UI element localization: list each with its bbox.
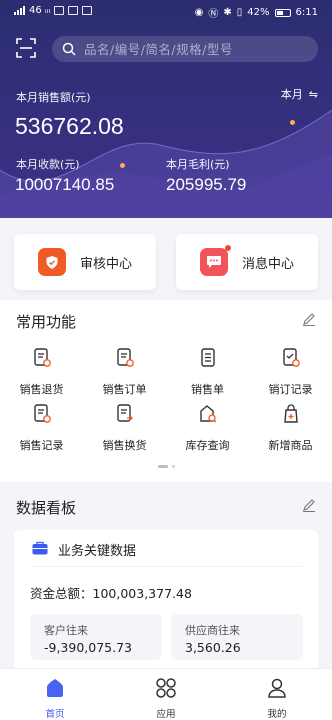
grid-item-sales-exchange[interactable]: 销售换货: [83, 404, 166, 453]
grid-item-add-product[interactable]: 新增商品: [249, 404, 332, 453]
grid-item-sales-return[interactable]: 销售退货: [0, 348, 83, 397]
bluetooth-icon: ✱: [223, 7, 232, 18]
profit-value: 205995.79: [166, 175, 247, 194]
key-data-title: 业务关键数据: [58, 544, 137, 559]
tab-apps[interactable]: 应用: [111, 675, 221, 720]
sales-header: 46 ᵢᵢₗ ◉ Ⓝ ✱ ▯ 42% 6:11 本月销售额(元) 本月 ⇋ 53…: [0, 0, 332, 218]
customer-balance-value: -9,390,075.73: [44, 640, 133, 655]
tab-home[interactable]: 首页: [0, 675, 110, 720]
grid-item-label: 新增商品: [268, 439, 313, 452]
unread-badge: [225, 245, 231, 251]
edit-icon[interactable]: [302, 498, 316, 512]
swap-icon: ⇋: [308, 87, 318, 101]
mail-icon: [54, 6, 65, 15]
divider: [30, 566, 302, 567]
bottom-tab-bar: 首页 应用 我的: [0, 668, 332, 720]
grid-item-sales-record[interactable]: 销售记录: [0, 404, 83, 453]
message-center-label: 消息中心: [242, 256, 295, 272]
search-input[interactable]: [84, 41, 304, 57]
shield-check-icon: [38, 248, 66, 276]
customer-balance-tile[interactable]: 客户往来 -9,390,075.73: [30, 614, 162, 660]
add-product-icon: [283, 404, 298, 423]
scan-icon[interactable]: [16, 38, 36, 58]
grid-item-sales-doc[interactable]: 销售单: [166, 348, 249, 397]
vibrate-icon: ▯: [236, 7, 243, 18]
grid-item-order-record[interactable]: 销订记录: [249, 348, 332, 397]
sales-return-icon: [33, 348, 51, 367]
grid-item-label: 库存查询: [185, 439, 230, 452]
battery-icon: [274, 8, 291, 17]
briefcase-icon: [32, 541, 48, 555]
signal-icon: [14, 6, 25, 15]
supplier-balance-label: 供应商往来: [185, 624, 240, 637]
supplier-balance-tile[interactable]: 供应商往来 3,560.26: [171, 614, 303, 660]
page-dot: [172, 465, 175, 468]
edit-icon[interactable]: [302, 312, 316, 326]
received-value: 10007140.85: [15, 175, 115, 194]
wave-dot: [120, 163, 125, 168]
audit-center-card[interactable]: 审核中心: [14, 234, 156, 290]
sales-value: 536762.08: [15, 113, 124, 139]
sales-exchange-icon: [116, 404, 133, 422]
app-notification-icon: [82, 6, 93, 15]
sales-doc-icon: [200, 348, 215, 367]
battery-percent: 42%: [247, 7, 270, 18]
period-switch[interactable]: 本月 ⇋: [281, 86, 318, 102]
dashboard-title: 数据看板: [16, 499, 77, 517]
search-bar[interactable]: [52, 36, 318, 62]
search-icon: [62, 42, 76, 56]
tab-profile-label: 我的: [267, 709, 287, 720]
supplier-balance-value: 3,560.26: [185, 640, 241, 655]
message-icon: [68, 6, 79, 15]
inventory-search-icon: [199, 405, 216, 423]
fund-total-value: 100,003,377.48: [92, 586, 192, 601]
message-center-card[interactable]: 消息中心: [176, 234, 318, 290]
chat-bubble-icon: [200, 245, 231, 276]
apps-grid-icon: [156, 678, 176, 698]
eye-icon: ◉: [194, 7, 204, 18]
page-indicator: [158, 465, 175, 468]
order-record-icon: [282, 348, 300, 367]
common-functions-title: 常用功能: [16, 313, 77, 331]
person-icon: [268, 678, 286, 698]
clock: 6:11: [295, 7, 318, 18]
grid-item-label: 销订记录: [268, 383, 313, 396]
tab-home-label: 首页: [45, 709, 65, 720]
profit-label: 本月毛利(元): [166, 158, 230, 171]
page-dot-active: [158, 465, 168, 468]
customer-balance-label: 客户往来: [44, 624, 88, 637]
tab-profile[interactable]: 我的: [222, 675, 332, 720]
status-bar: 46 ᵢᵢₗ ◉ Ⓝ ✱ ▯ 42% 6:11: [0, 0, 332, 24]
nfc-icon: Ⓝ: [208, 9, 219, 20]
sales-record-icon: [33, 404, 51, 423]
grid-item-inventory-search[interactable]: 库存查询: [166, 404, 249, 453]
grid-item-sales-order[interactable]: 销售订单: [83, 348, 166, 397]
grid-item-label: 销售单: [191, 383, 224, 396]
period-label: 本月: [280, 88, 303, 101]
fund-total-row: 资金总额：100,003,377.48: [30, 583, 192, 602]
grid-item-label: 销售退货: [19, 383, 64, 396]
grid-item-label: 销售记录: [19, 439, 64, 452]
sales-title: 本月销售额(元): [16, 91, 91, 104]
grid-item-label: 销售换货: [102, 439, 147, 452]
sales-order-icon: [116, 348, 134, 367]
grid-item-label: 销售订单: [102, 383, 147, 396]
tab-apps-label: 应用: [156, 709, 176, 720]
audit-center-label: 审核中心: [80, 256, 133, 272]
wave-dot: [290, 120, 295, 125]
network-label: 46 ᵢᵢₗ: [29, 5, 51, 16]
home-icon: [47, 679, 63, 697]
received-label: 本月收款(元): [16, 158, 80, 171]
fund-total-label: 资金总额：: [30, 586, 93, 601]
